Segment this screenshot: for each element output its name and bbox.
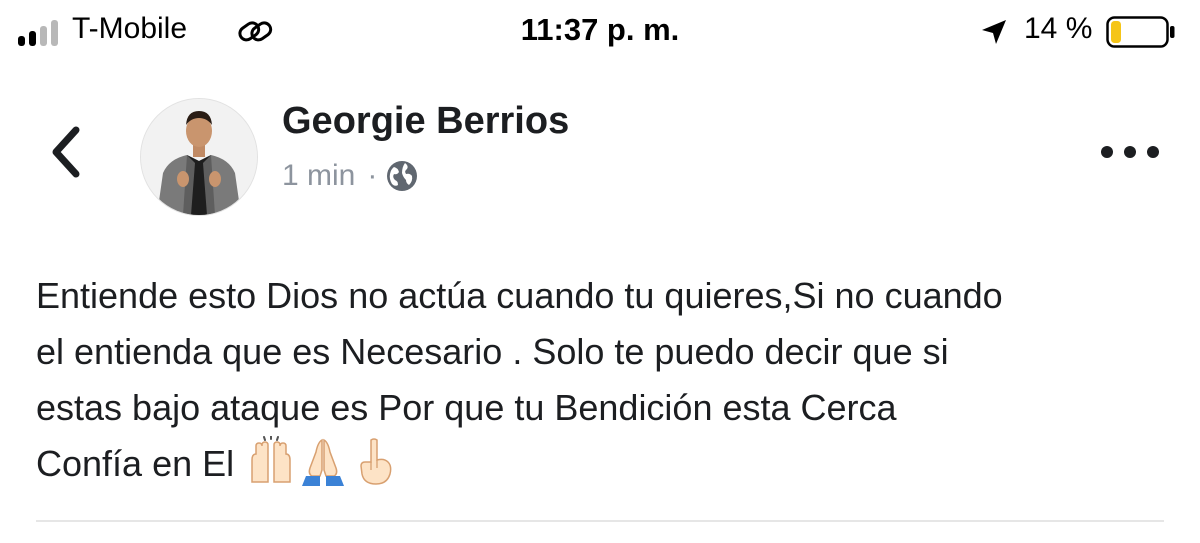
post-text-line: Entiende esto Dios no actúa cuando tu qu… [36, 275, 1003, 316]
status-time: 11:37 p. m. [520, 12, 680, 47]
post-timestamp[interactable]: 1 min [282, 159, 355, 193]
battery-fill [1111, 21, 1121, 43]
chevron-left-icon [52, 126, 80, 178]
battery-percent: 14 % [1024, 12, 1093, 45]
pointing-up-emoji [360, 438, 392, 485]
post-text-last-line: Confía en El [36, 436, 1176, 492]
status-bar: T-Mobile 11:37 p. m. 14 % [0, 0, 1200, 64]
post-text-line: Confía en El [36, 443, 235, 484]
battery-icon [1106, 16, 1175, 48]
post-meta: 1 min · [282, 156, 419, 196]
profile-photo [141, 99, 257, 215]
meta-separator: · [367, 159, 378, 192]
facebook-post-screen: T-Mobile 11:37 p. m. 14 % Georgie Berrio… [0, 0, 1200, 543]
location-arrow-icon [982, 20, 1006, 44]
more-dots-icon [1101, 146, 1159, 158]
folded-hands-emoji [302, 438, 345, 486]
author-name[interactable]: Georgie Berrios [282, 100, 569, 143]
post-text: Entiende esto Dios no actúa cuando tu qu… [36, 268, 1176, 492]
more-options-button[interactable] [1090, 132, 1170, 172]
post-text-line: el entienda que es Necesario . Solo te p… [36, 331, 949, 372]
raising-hands-emoji [251, 436, 291, 483]
divider [36, 520, 1164, 522]
globe-icon[interactable] [385, 159, 419, 193]
author-avatar[interactable] [140, 98, 258, 216]
post-text-line: estas bajo ataque es Por que tu Bendició… [36, 387, 897, 428]
back-button[interactable] [42, 122, 92, 182]
